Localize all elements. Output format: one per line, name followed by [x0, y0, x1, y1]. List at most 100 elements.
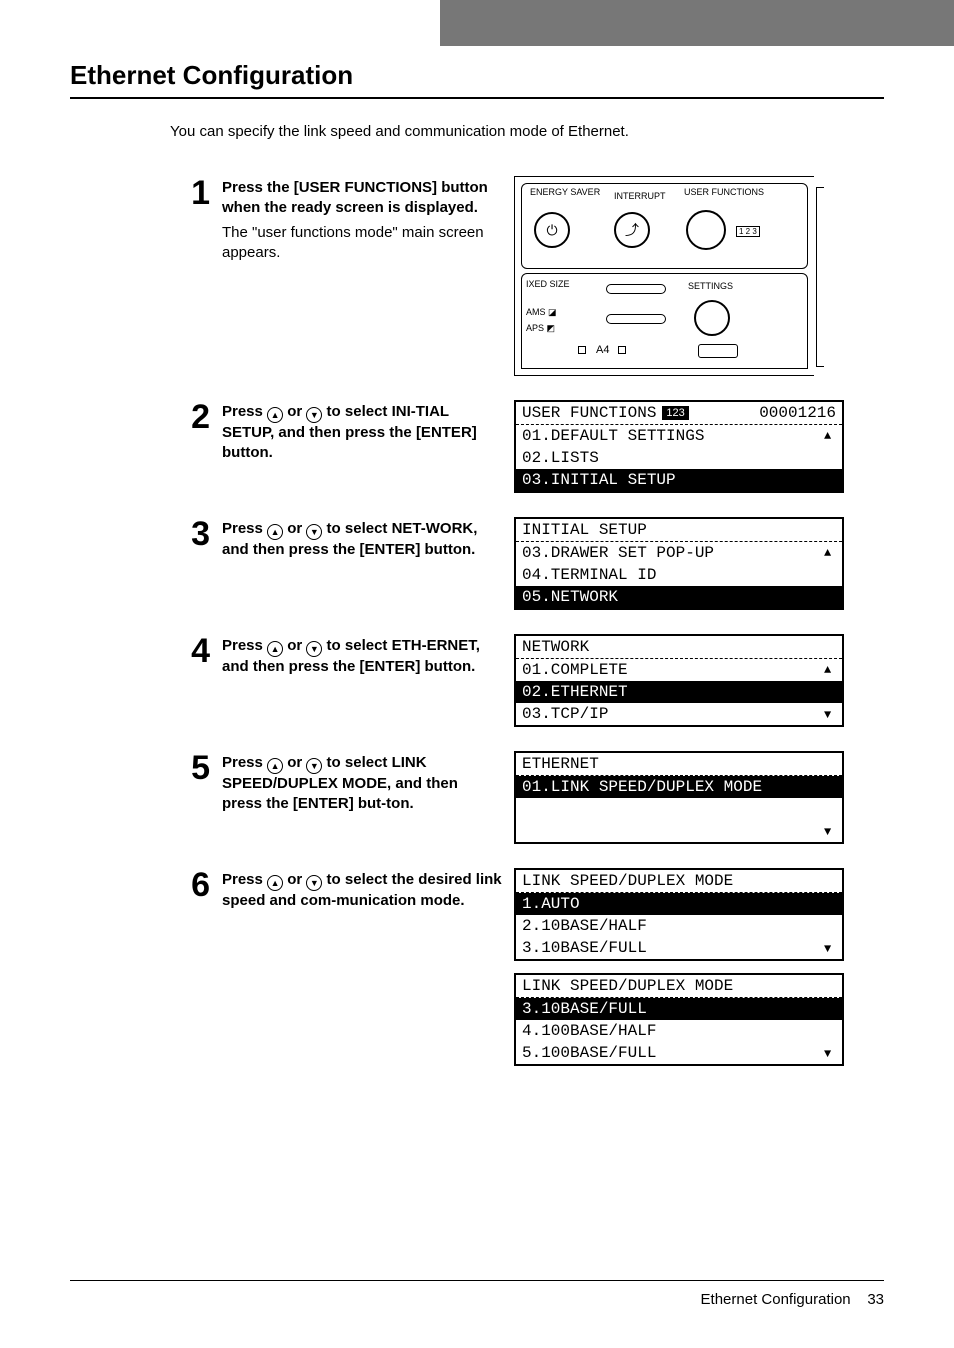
step-screen-area: LINK SPEED/DUPLEX MODE1.AUTO2.10BASE/HAL…: [514, 868, 884, 1066]
interrupt-button[interactable]: ⤴: [614, 212, 650, 248]
lcd-menu-item[interactable]: 3.10BASE/FULL: [516, 937, 842, 959]
page-footer: Ethernet Configuration 33: [70, 1280, 884, 1308]
lcd-screen: LINK SPEED/DUPLEX MODE1.AUTO2.10BASE/HAL…: [514, 868, 844, 961]
lcd-header: NETWORK: [516, 636, 842, 659]
lcd-header: LINK SPEED/DUPLEX MODE: [516, 870, 842, 893]
indicator-led: [606, 284, 666, 294]
step-text: Press ▲ or ▼ to select the desired link …: [222, 868, 502, 1066]
lcd-menu-item[interactable]: 3.10BASE/FULL: [516, 998, 842, 1020]
paper-a4-label: A4: [596, 344, 609, 356]
steps-container: 1 Press the [USER FUNCTIONS] button when …: [70, 176, 884, 1066]
step-number: 1: [180, 176, 210, 376]
lcd-scroll-indicators: ▲▼: [824, 547, 838, 604]
scroll-down-icon: ▼: [824, 709, 838, 721]
step-2: 2Press ▲ or ▼ to select INI-TIAL SETUP, …: [180, 400, 884, 493]
lcd-scroll-indicators: ▲▼: [824, 1003, 838, 1060]
lcd-header-title: LINK SPEED/DUPLEX MODE: [522, 977, 733, 995]
user-functions-button[interactable]: [686, 210, 726, 250]
lcd-menu-item[interactable]: 2.10BASE/HALF: [516, 915, 842, 937]
step-text: Press ▲ or ▼ to select ETH-ERNET, and th…: [222, 634, 502, 727]
intro-text: You can specify the link speed and commu…: [170, 123, 884, 140]
scroll-up-icon: ▲: [824, 781, 838, 793]
up-arrow-icon: ▲: [267, 407, 283, 423]
step-number: 5: [180, 751, 210, 844]
step-number: 2: [180, 400, 210, 493]
step-screen-area: INITIAL SETUP03.DRAWER SET POP-UP04.TERM…: [514, 517, 884, 610]
title-rule: [70, 97, 884, 99]
scroll-down-icon: ▼: [824, 943, 838, 955]
lcd-menu-item[interactable]: 01.COMPLETE: [516, 659, 842, 681]
lcd-header: INITIAL SETUP: [516, 519, 842, 542]
lcd-menu-item[interactable]: 5.100BASE/FULL: [516, 1042, 842, 1064]
lcd-screen: NETWORK 01.COMPLETE02.ETHERNET03.TCP/IP▲▼: [514, 634, 844, 727]
lcd-menu-item[interactable]: [516, 798, 842, 820]
step-instruction: Press ▲ or ▼ to select NET-WORK, and the…: [222, 519, 502, 560]
step-instruction: Press the [USER FUNCTIONS] button when t…: [222, 178, 502, 219]
lcd-screen: INITIAL SETUP03.DRAWER SET POP-UP04.TERM…: [514, 517, 844, 610]
step-text: Press ▲ or ▼ to select LINK SPEED/DUPLEX…: [222, 751, 502, 844]
panel-lower-segment: IXED SIZE AMS ◪ APS ◩ SETTINGS A4: [521, 273, 808, 369]
lcd-header: ETHERNET: [516, 753, 842, 776]
indicator-square: [618, 346, 626, 354]
settings-label: SETTINGS: [688, 282, 733, 292]
scroll-up-icon: ▲: [824, 547, 838, 559]
step-instruction: Press ▲ or ▼ to select LINK SPEED/DUPLEX…: [222, 753, 502, 815]
output-tray-icon: [698, 344, 738, 358]
lcd-scroll-indicators: ▲▼: [824, 430, 838, 487]
lcd-menu-item[interactable]: 03.INITIAL SETUP: [516, 469, 842, 491]
down-arrow-icon: ▼: [306, 641, 322, 657]
scroll-down-icon: ▼: [824, 475, 838, 487]
lcd-scroll-indicators: ▲▼: [824, 664, 838, 721]
lcd-screen: USER FUNCTIONS1230000121601.DEFAULT SETT…: [514, 400, 844, 493]
ams-label: AMS ◪: [526, 308, 557, 318]
lcd-menu-item[interactable]: 1.AUTO: [516, 893, 842, 915]
lcd-header-title: NETWORK: [522, 638, 589, 656]
ixed-size-label: IXED SIZE: [526, 280, 570, 290]
step-screen-area: USER FUNCTIONS1230000121601.DEFAULT SETT…: [514, 400, 884, 493]
step-3: 3Press ▲ or ▼ to select NET-WORK, and th…: [180, 517, 884, 610]
user-functions-label: USER FUNCTIONS: [684, 188, 764, 198]
lcd-scroll-indicators: ▲▼: [824, 781, 838, 838]
step-5: 5Press ▲ or ▼ to select LINK SPEED/DUPLE…: [180, 751, 884, 844]
aps-label: APS ◩: [526, 324, 555, 334]
up-arrow-icon: ▲: [267, 524, 283, 540]
energy-saver-button[interactable]: ⏻: [534, 212, 570, 248]
lcd-screen: ETHERNET 01.LINK SPEED/DUPLEX MODE ▲▼: [514, 751, 844, 844]
lcd-menu-item[interactable]: 03.DRAWER SET POP-UP: [516, 542, 842, 564]
scroll-down-icon: ▼: [824, 592, 838, 604]
settings-button[interactable]: [694, 300, 730, 336]
step-1: 1 Press the [USER FUNCTIONS] button when …: [180, 176, 884, 376]
lcd-menu-item[interactable]: 01.LINK SPEED/DUPLEX MODE: [516, 776, 842, 798]
lcd-scroll-indicators: ▲▼: [824, 898, 838, 955]
step-instruction: Press ▲ or ▼ to select ETH-ERNET, and th…: [222, 636, 502, 677]
lcd-counter: 00001216: [759, 404, 836, 422]
scroll-up-icon: ▲: [824, 1003, 838, 1015]
lcd-menu-item[interactable]: 4.100BASE/HALF: [516, 1020, 842, 1042]
lcd-menu-item[interactable]: 02.ETHERNET: [516, 681, 842, 703]
lcd-header-title: ETHERNET: [522, 755, 599, 773]
lcd-menu-item[interactable]: [516, 820, 842, 842]
tag-123-icon: 123: [662, 406, 688, 420]
step-number: 6: [180, 868, 210, 1066]
lcd-menu-item[interactable]: 01.DEFAULT SETTINGS: [516, 425, 842, 447]
interrupt-label: INTERRUPT: [614, 192, 666, 202]
indicator-square: [578, 346, 586, 354]
footer-page: 33: [867, 1291, 884, 1308]
scroll-up-icon: ▲: [824, 898, 838, 910]
step-screen-area: ENERGY SAVER INTERRUPT USER FUNCTIONS ⏻ …: [514, 176, 884, 376]
down-arrow-icon: ▼: [306, 407, 322, 423]
step-text: Press the [USER FUNCTIONS] button when t…: [222, 176, 502, 376]
panel-upper-segment: ENERGY SAVER INTERRUPT USER FUNCTIONS ⏻ …: [521, 183, 808, 269]
lcd-menu-item[interactable]: 04.TERMINAL ID: [516, 564, 842, 586]
lcd-menu-item[interactable]: 02.LISTS: [516, 447, 842, 469]
step-instruction: Press ▲ or ▼ to select INI-TIAL SETUP, a…: [222, 402, 502, 464]
lcd-menu-item[interactable]: 03.TCP/IP: [516, 703, 842, 725]
up-arrow-icon: ▲: [267, 875, 283, 891]
up-arrow-icon: ▲: [267, 758, 283, 774]
step-text: Press ▲ or ▼ to select NET-WORK, and the…: [222, 517, 502, 610]
lcd-header: USER FUNCTIONS12300001216: [516, 402, 842, 425]
step-6: 6Press ▲ or ▼ to select the desired link…: [180, 868, 884, 1066]
lcd-menu-item[interactable]: 05.NETWORK: [516, 586, 842, 608]
panel-edge: [816, 187, 824, 367]
control-panel-illustration: ENERGY SAVER INTERRUPT USER FUNCTIONS ⏻ …: [514, 176, 814, 376]
